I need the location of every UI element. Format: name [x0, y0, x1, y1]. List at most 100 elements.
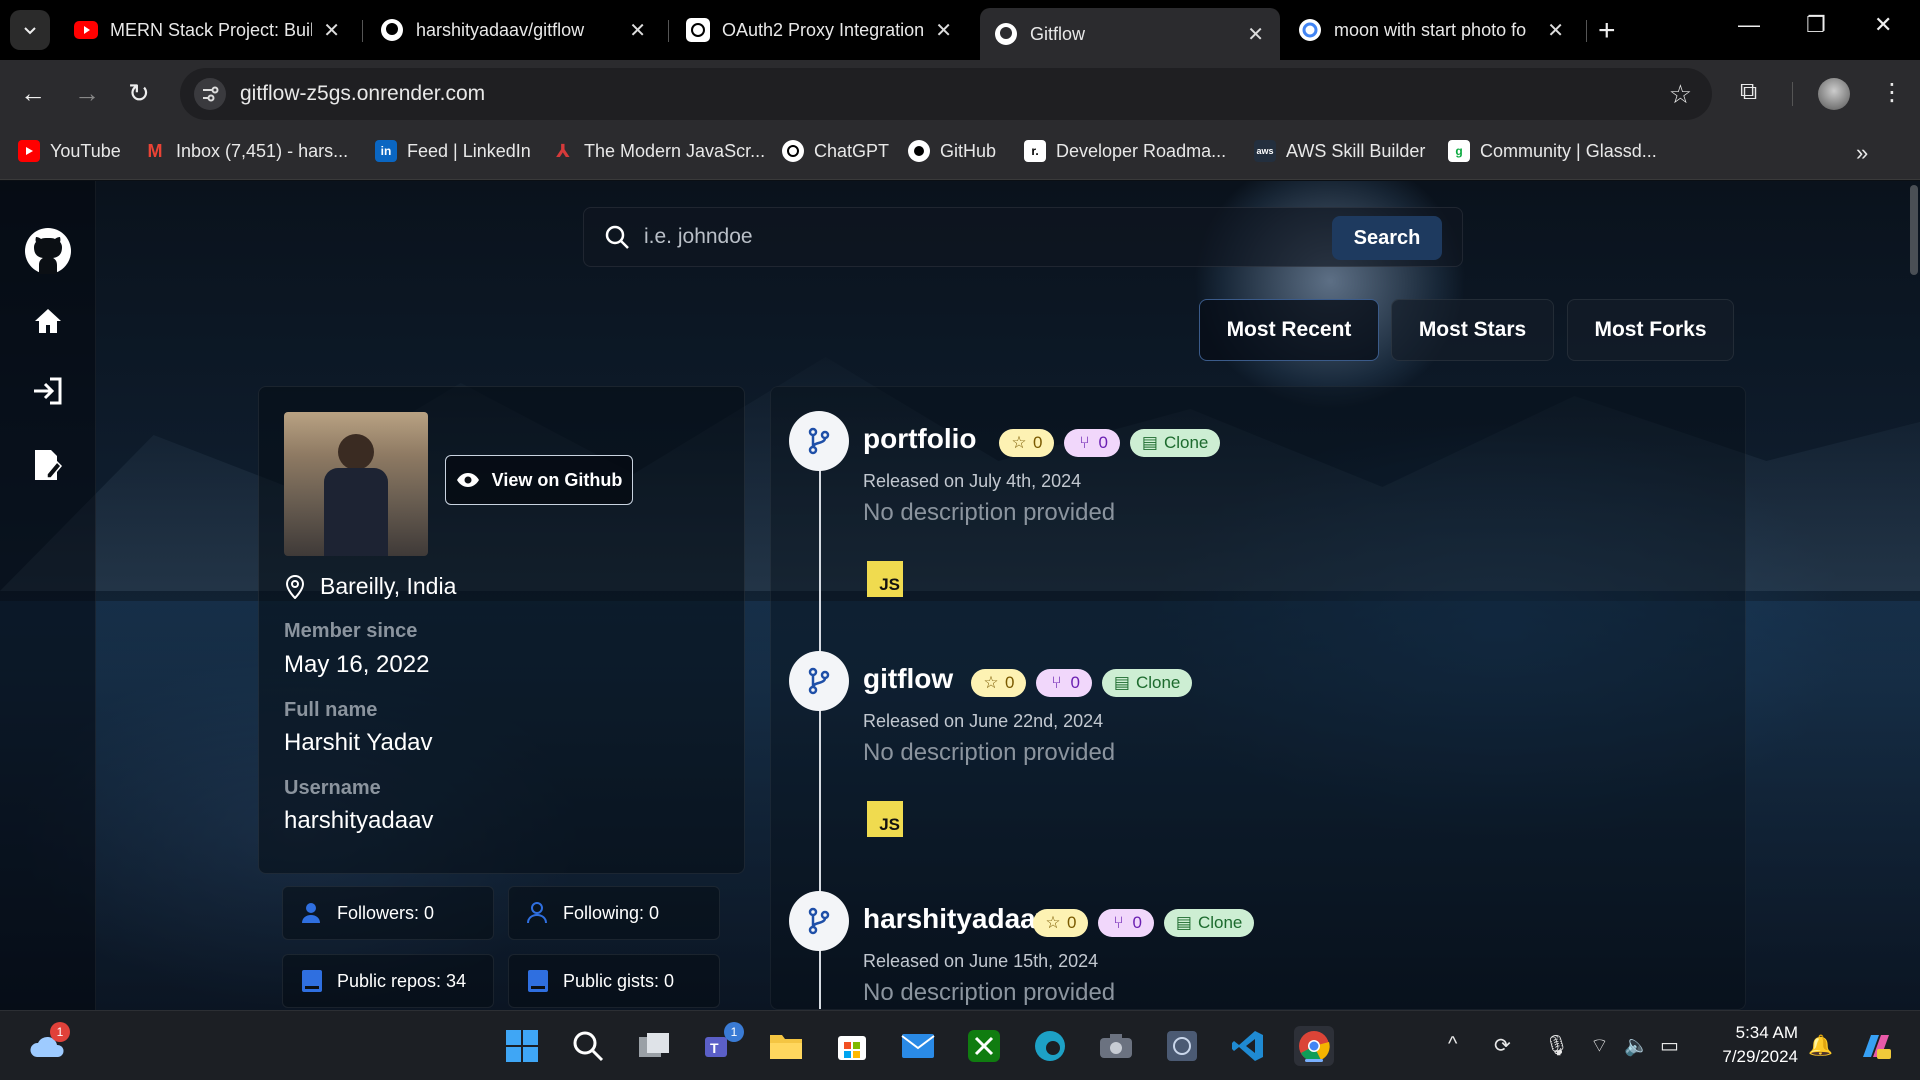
chevron-up-icon[interactable]: ^ [1448, 1033, 1457, 1056]
microphone-icon[interactable]: 🎙 [1544, 1033, 1569, 1058]
close-icon[interactable]: ✕ [935, 18, 952, 43]
clone-button[interactable]: ▤ Clone [1129, 429, 1221, 457]
bookmark-javascript-info[interactable]: ⅄ The Modern JavaScr... [552, 140, 765, 162]
file-explorer-icon[interactable] [766, 1026, 806, 1066]
menu-kebab-icon[interactable]: ⋮ [1880, 78, 1904, 107]
edge-icon[interactable] [1030, 1026, 1070, 1066]
repo-name-link[interactable]: harshityadaav [863, 903, 1051, 935]
window-close-icon[interactable]: ✕ [1874, 12, 1892, 38]
reload-icon[interactable]: ↻ [128, 78, 150, 109]
bookmark-github[interactable]: GitHub [908, 140, 996, 162]
bookmarks-overflow-icon[interactable]: » [1856, 140, 1868, 166]
sort-most-stars-button[interactable]: Most Stars [1391, 299, 1554, 361]
task-view-icon[interactable] [634, 1026, 674, 1066]
site-info-icon[interactable] [194, 78, 226, 110]
profile-avatar[interactable] [1818, 78, 1850, 110]
tab-title: harshityadaav/gitflow [416, 19, 585, 40]
tab-moon-search[interactable]: moon with start photo fo ✕ [1284, 8, 1580, 52]
copy-icon: ▤ [1175, 913, 1192, 932]
new-tab-button[interactable]: + [1598, 14, 1616, 48]
sync-icon[interactable]: ⟳ [1494, 1033, 1511, 1058]
bookmark-label: The Modern JavaScr... [584, 140, 766, 161]
windows-start-icon[interactable] [502, 1026, 542, 1066]
extensions-icon[interactable]: ⧉ [1740, 78, 1757, 106]
back-icon[interactable]: ← [20, 78, 46, 109]
bookmark-label: Community | Glassd... [1480, 140, 1657, 161]
forks-badge: ⑂ 0 [1064, 429, 1120, 457]
bookmark-chatgpt[interactable]: ChatGPT [782, 140, 889, 162]
followers-icon [299, 900, 325, 926]
stars-badge: ☆ 0 [999, 429, 1055, 457]
aws-icon: aws [1254, 140, 1276, 162]
chatgpt-icon [782, 140, 804, 162]
home-icon[interactable] [24, 297, 72, 345]
copilot-icon[interactable] [1856, 1026, 1896, 1066]
minimize-icon[interactable]: — [1738, 12, 1760, 38]
bookmark-linkedin[interactable]: in Feed | LinkedIn [375, 140, 531, 162]
linkedin-icon: in [375, 140, 397, 162]
repo-released-date: Released on July 4th, 2024 [863, 471, 1082, 491]
close-icon[interactable]: ✕ [1247, 22, 1264, 47]
tab-mern[interactable]: MERN Stack Project: Build ✕ [60, 8, 356, 52]
search-icon[interactable] [568, 1026, 608, 1066]
camera-icon[interactable] [1096, 1026, 1136, 1066]
search-input[interactable] [644, 225, 1264, 249]
youtube-icon [74, 18, 98, 42]
bookmark-youtube[interactable]: YouTube [18, 140, 121, 162]
chrome-icon[interactable] [1294, 1026, 1334, 1066]
clone-button[interactable]: ▤ Clone [1101, 669, 1193, 697]
git-branch-icon [789, 651, 849, 711]
forks-badge: ⑂ 0 [1036, 669, 1092, 697]
javascript-icon: JS [867, 561, 903, 597]
microsoft-store-icon[interactable] [832, 1026, 872, 1066]
volume-icon[interactable]: 🔈 [1624, 1033, 1649, 1058]
repo-name-link[interactable]: portfolio [863, 423, 977, 455]
vpn-icon[interactable] [1162, 1026, 1202, 1066]
sort-most-forks-button[interactable]: Most Forks [1567, 299, 1734, 361]
github-icon [994, 22, 1018, 46]
tab-gitflow-active[interactable]: Gitflow ✕ [980, 8, 1280, 60]
github-logo-icon[interactable] [24, 227, 72, 275]
xbox-icon[interactable] [964, 1026, 1004, 1066]
member-since-label: Member since [284, 620, 418, 642]
vscode-icon[interactable] [1228, 1026, 1268, 1066]
bookmark-roadmap[interactable]: r. Developer Roadma... [1024, 140, 1226, 162]
teams-icon[interactable]: T 1 [700, 1022, 744, 1066]
close-icon[interactable]: ✕ [1547, 18, 1564, 43]
battery-icon[interactable]: ▭ [1660, 1033, 1679, 1058]
page-scrollbar[interactable] [1910, 185, 1918, 275]
forward-icon[interactable]: → [74, 78, 100, 109]
tab-separator [362, 20, 363, 42]
username-label: Username [284, 777, 381, 799]
system-clock[interactable]: 5:34 AM 7/29/2024 [1712, 1021, 1798, 1069]
close-icon[interactable]: ✕ [629, 18, 646, 43]
close-icon[interactable]: ✕ [323, 18, 340, 43]
copy-icon: ▤ [1141, 433, 1158, 452]
windows-taskbar: 1 T 1 ^ ⟳ 🎙 ⌔ 🔈 ▭ 5:34 AM 7/29/2024 🔔 [0, 1010, 1920, 1080]
sort-most-recent-button[interactable]: Most Recent [1199, 299, 1379, 361]
clone-button[interactable]: ▤ Clone [1163, 909, 1255, 937]
address-bar[interactable]: gitflow-z5gs.onrender.com ☆ [180, 68, 1712, 120]
search-button[interactable]: Search [1332, 216, 1442, 260]
signup-icon[interactable] [24, 441, 72, 489]
bookmark-gmail[interactable]: M Inbox (7,451) - hars... [144, 140, 349, 162]
eye-icon [456, 472, 480, 488]
bookmark-star-icon[interactable]: ☆ [1669, 79, 1692, 110]
bookmark-aws[interactable]: aws AWS Skill Builder [1254, 140, 1425, 162]
mail-icon[interactable] [898, 1026, 938, 1066]
repo-badges: ☆ 0 ⑂ 0 ▤ Clone [999, 429, 1221, 457]
tab-gitflow-repo[interactable]: harshityadaav/gitflow ✕ [366, 8, 662, 52]
notifications-bell-icon[interactable]: 🔔 [1808, 1033, 1833, 1058]
wifi-icon[interactable]: ⌔ [1590, 1033, 1609, 1058]
restore-icon[interactable]: ❐ [1806, 12, 1826, 38]
tab-oauth[interactable]: OAuth2 Proxy Integration ✕ [672, 8, 968, 52]
tab-separator [668, 20, 669, 42]
login-icon[interactable] [24, 367, 72, 415]
repo-name-link[interactable]: gitflow [863, 663, 953, 695]
view-on-github-button[interactable]: View on Github [445, 455, 633, 505]
tab-title: Gitflow [1030, 23, 1086, 44]
google-icon [1298, 18, 1322, 42]
bookmark-glassdoor[interactable]: g Community | Glassd... [1448, 140, 1657, 162]
tab-search-button[interactable] [10, 10, 50, 50]
weather-icon[interactable]: 1 [28, 1022, 70, 1066]
